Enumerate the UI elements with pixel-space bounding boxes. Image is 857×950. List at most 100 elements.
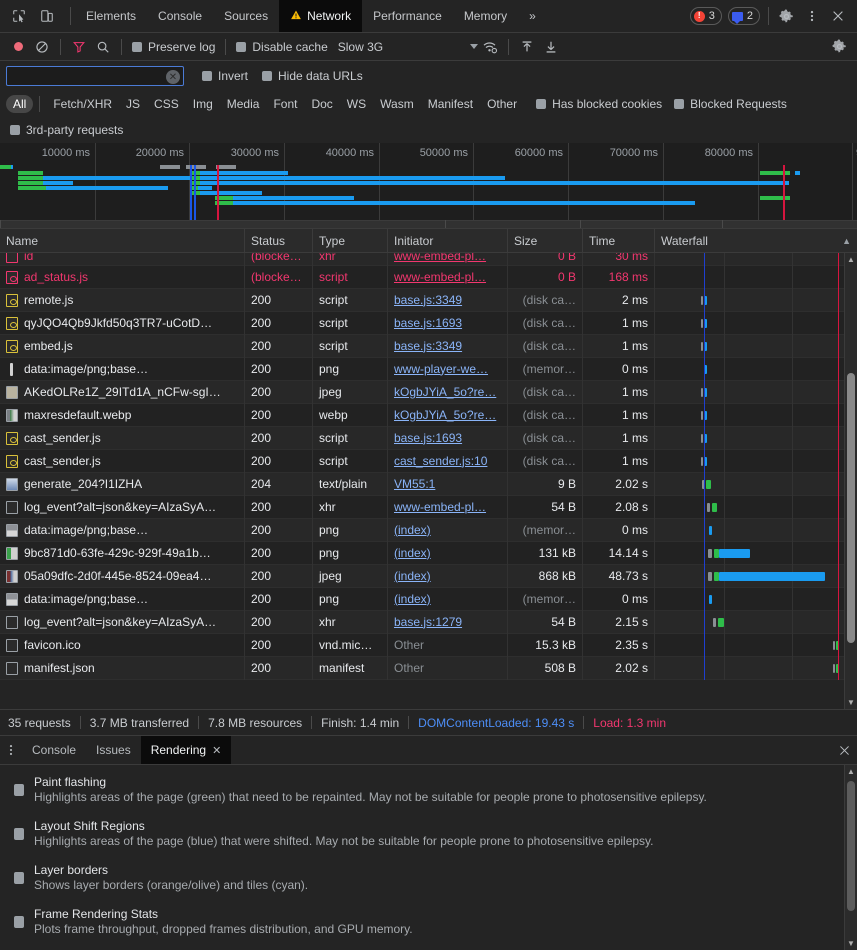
cell-name[interactable]: log_event?alt=json&key=AIzaSyA… (0, 495, 245, 519)
table-row[interactable]: favicon.ico 200 vnd.mic… Other 15.3 kB 2.35 s (0, 633, 857, 657)
scroll-down-arrow[interactable]: ▼ (845, 937, 857, 950)
invert-checkbox[interactable]: Invert (198, 69, 252, 83)
close-icon[interactable] (825, 3, 851, 29)
hide-data-urls-checkbox[interactable]: Hide data URLs (258, 69, 367, 83)
drawer-tab-issues[interactable]: Issues (86, 736, 141, 764)
tab-sources[interactable]: Sources (213, 0, 279, 32)
rendering-option[interactable]: Paint flashing Highlights areas of the pa… (0, 775, 857, 819)
scrollbar-thumb[interactable] (847, 373, 855, 643)
scroll-down-arrow[interactable]: ▼ (845, 696, 857, 709)
cell-initiator[interactable]: kOgbJYiA_5o?re… (388, 403, 508, 427)
table-row[interactable]: AKedOLRe1Z_29ITd1A_nCFw-sgI… 200 jpeg kOgbJ… (0, 380, 857, 404)
search-icon[interactable] (91, 36, 115, 58)
preserve-log-checkbox[interactable]: Preserve log (128, 40, 219, 54)
tab-console[interactable]: Console (147, 0, 213, 32)
cell-initiator[interactable]: www-embed-pl… (388, 495, 508, 519)
close-tab-icon[interactable]: ✕ (212, 744, 221, 757)
column-header-type[interactable]: Type (313, 229, 388, 252)
device-toolbar-icon[interactable] (34, 3, 60, 29)
third-party-requests-checkbox[interactable]: 3rd-party requests (10, 123, 127, 137)
cell-name[interactable]: data:image/png;base… (0, 587, 245, 611)
cell-name[interactable]: cast_sender.js (0, 426, 245, 450)
column-header-waterfall[interactable]: Waterfall ▲ (655, 229, 857, 252)
cell-initiator[interactable]: (index) (388, 564, 508, 588)
cell-initiator[interactable]: cast_sender.js:10 (388, 449, 508, 473)
tab-memory[interactable]: Memory (453, 0, 518, 32)
rendering-panel[interactable]: Paint flashing Highlights areas of the pa… (0, 765, 857, 950)
kebab-menu-icon[interactable] (799, 3, 825, 29)
rendering-option-checkbox[interactable] (14, 916, 24, 928)
table-row[interactable]: 05a09dfc-2d0f-445e-8524-09ea4… 200 jpeg (in… (0, 564, 857, 588)
type-chip-js[interactable]: JS (119, 95, 147, 113)
table-body[interactable]: id (blocke… xhr www-embed-pl… 0 B 30 ms ad_sta… (0, 253, 857, 709)
rendering-option-checkbox[interactable] (14, 784, 24, 796)
cell-name[interactable]: embed.js (0, 334, 245, 358)
cell-initiator[interactable]: (index) (388, 541, 508, 565)
export-har-icon[interactable] (539, 36, 563, 58)
type-chip-fetch-xhr[interactable]: Fetch/XHR (46, 95, 119, 113)
table-row[interactable]: generate_204?I1IZHA 204 text/plain VM55:1 9 … (0, 472, 857, 496)
cell-name[interactable]: data:image/png;base… (0, 518, 245, 542)
cell-initiator[interactable]: www-player-we… (388, 357, 508, 381)
cell-initiator[interactable]: (index) (388, 518, 508, 542)
cell-name[interactable]: qyJQO4Qb9Jkfd50q3TR7-uCotD… (0, 311, 245, 335)
cell-name[interactable]: 05a09dfc-2d0f-445e-8524-09ea4… (0, 564, 245, 588)
network-conditions-icon[interactable] (478, 36, 502, 58)
tab-network[interactable]: Network (279, 0, 363, 32)
rendering-option-checkbox[interactable] (14, 872, 24, 884)
cell-initiator[interactable]: (index) (388, 587, 508, 611)
cell-initiator[interactable]: base.js:3349 (388, 288, 508, 312)
table-row[interactable]: maxresdefault.webp 200 webp kOgbJYiA_5o?re…… (0, 403, 857, 427)
overview-scrollbar[interactable] (0, 220, 857, 228)
column-header-initiator[interactable]: Initiator (388, 229, 508, 252)
table-row[interactable]: embed.js 200 script base.js:3349 (disk ca… 1 … (0, 334, 857, 358)
type-chip-ws[interactable]: WS (340, 95, 373, 113)
cell-initiator[interactable]: base.js:1693 (388, 426, 508, 450)
column-header-time[interactable]: Time (583, 229, 655, 252)
disable-cache-checkbox[interactable]: Disable cache (232, 40, 331, 54)
table-row[interactable]: data:image/png;base… 200 png (index) (memor…… (0, 518, 857, 542)
drawer-tab-rendering[interactable]: Rendering ✕ (140, 736, 232, 764)
cell-name[interactable]: manifest.json (0, 656, 245, 680)
drawer-tab-console[interactable]: Console (22, 736, 86, 764)
cell-name[interactable]: remote.js (0, 288, 245, 312)
cell-initiator[interactable]: base.js:1693 (388, 311, 508, 335)
cell-name[interactable]: data:image/png;base… (0, 357, 245, 381)
table-row[interactable]: log_event?alt=json&key=AIzaSyA… 200 xhr www… (0, 495, 857, 519)
table-row[interactable]: data:image/png;base… 200 png www-player-we…… (0, 357, 857, 381)
blocked-requests-checkbox[interactable]: Blocked Requests (670, 97, 791, 111)
warning-count-badge[interactable]: 2 (727, 7, 760, 25)
column-header-name[interactable]: Name (0, 229, 245, 252)
cell-initiator[interactable]: kOgbJYiA_5o?re… (388, 380, 508, 404)
cell-initiator[interactable]: base.js:3349 (388, 334, 508, 358)
cell-name[interactable]: log_event?alt=json&key=AIzaSyA… (0, 610, 245, 634)
has-blocked-cookies-checkbox[interactable]: Has blocked cookies (532, 97, 666, 111)
table-scrollbar[interactable]: ▲ ▼ (844, 253, 857, 709)
tab-performance[interactable]: Performance (362, 0, 453, 32)
close-drawer-icon[interactable] (831, 736, 857, 764)
more-tabs-button[interactable]: » (518, 0, 547, 32)
drawer-kebab-menu-icon[interactable] (0, 736, 22, 764)
table-row[interactable]: data:image/png;base… 200 png (index) (memor…… (0, 587, 857, 611)
cell-name[interactable]: maxresdefault.webp (0, 403, 245, 427)
clear-filter-icon[interactable]: ✕ (166, 70, 180, 84)
scroll-up-arrow[interactable]: ▲ (845, 765, 857, 778)
cell-initiator[interactable]: base.js:1279 (388, 610, 508, 634)
network-settings-gear-icon[interactable] (827, 36, 851, 58)
table-row[interactable]: remote.js 200 script base.js:3349 (disk ca… 2… (0, 288, 857, 312)
type-chip-media[interactable]: Media (220, 95, 267, 113)
gear-icon[interactable] (773, 3, 799, 29)
cell-initiator[interactable]: VM55:1 (388, 472, 508, 496)
table-row[interactable]: ad_status.js (blocke… script www-embed-pl… 0… (0, 265, 857, 289)
tab-elements[interactable]: Elements (75, 0, 147, 32)
error-count-badge[interactable]: ! 3 (689, 7, 722, 25)
clear-button[interactable] (30, 36, 54, 58)
table-row[interactable]: 9bc871d0-63fe-429c-929f-49a1b… 200 png (ind… (0, 541, 857, 565)
cell-name[interactable]: AKedOLRe1Z_29ITd1A_nCFw-sgI… (0, 380, 245, 404)
filter-input-wrapper[interactable]: ✕ (6, 66, 184, 86)
rendering-option[interactable]: Layer borders Shows layer borders (orange… (0, 863, 857, 907)
scrollbar-thumb[interactable] (847, 781, 855, 911)
column-header-status[interactable]: Status (245, 229, 313, 252)
rendering-option[interactable]: Frame Rendering Stats Plots frame through… (0, 907, 857, 950)
rendering-option-checkbox[interactable] (14, 828, 24, 840)
